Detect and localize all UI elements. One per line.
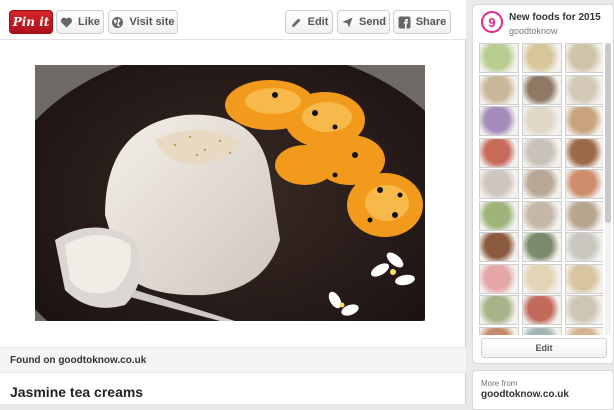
board-panel: 9 New foods for 2015 goodtoknow Edit bbox=[472, 4, 614, 364]
board-thumbnail[interactable] bbox=[565, 106, 603, 136]
facebook-icon bbox=[398, 16, 411, 29]
share-button[interactable]: Share bbox=[393, 10, 451, 34]
board-edit-label: Edit bbox=[535, 343, 553, 353]
globe-icon bbox=[111, 16, 124, 29]
pin-title: Jasmine tea creams bbox=[10, 384, 144, 400]
like-button[interactable]: Like bbox=[56, 10, 104, 34]
like-label: Like bbox=[77, 15, 100, 28]
board-thumbnail[interactable] bbox=[479, 169, 519, 199]
pin-toolbar: Pin it Like Visit site Edit Send Share bbox=[0, 0, 466, 40]
board-thumbnail[interactable] bbox=[479, 232, 519, 262]
found-on-text: Found on goodtoknow.co.uk bbox=[10, 354, 147, 366]
board-thumbnail[interactable] bbox=[479, 295, 519, 325]
pin-closeup-panel: Pin it Like Visit site Edit Send Share F… bbox=[0, 0, 466, 404]
board-thumbnail[interactable] bbox=[522, 106, 562, 136]
board-thumbnail[interactable] bbox=[565, 200, 603, 231]
pin-it-label: Pin it bbox=[12, 15, 50, 29]
board-header[interactable]: 9 New foods for 2015 goodtoknow bbox=[473, 5, 613, 41]
send-icon bbox=[341, 16, 354, 29]
board-thumbnail[interactable] bbox=[565, 43, 603, 73]
share-label: Share bbox=[415, 15, 447, 28]
board-thumbnail[interactable] bbox=[479, 43, 519, 73]
board-thumbnail-grid bbox=[479, 43, 603, 335]
more-from-panel: More from goodtoknow.co.uk bbox=[472, 370, 614, 410]
board-thumbnail[interactable] bbox=[479, 263, 519, 294]
board-thumbnail[interactable] bbox=[565, 326, 603, 335]
jasmine-tea-cream-photo bbox=[35, 65, 425, 321]
board-edit-button[interactable]: Edit bbox=[481, 338, 607, 358]
board-avatar: 9 bbox=[481, 11, 503, 33]
found-on-source[interactable]: Found on goodtoknow.co.uk bbox=[0, 347, 466, 373]
edit-label: Edit bbox=[307, 15, 329, 28]
pencil-icon bbox=[290, 16, 303, 29]
board-title[interactable]: New foods for 2015 bbox=[509, 12, 601, 23]
board-thumbnail[interactable] bbox=[522, 232, 562, 262]
board-thumbnail[interactable] bbox=[479, 74, 519, 105]
heart-icon bbox=[60, 16, 73, 29]
board-thumbnail[interactable] bbox=[522, 295, 562, 325]
board-thumbnail[interactable] bbox=[565, 263, 603, 294]
board-thumbnail[interactable] bbox=[522, 169, 562, 199]
edit-button[interactable]: Edit bbox=[285, 10, 333, 34]
board-thumbnail[interactable] bbox=[479, 326, 519, 335]
board-thumbnail[interactable] bbox=[565, 137, 603, 168]
more-from-label: More from bbox=[481, 379, 518, 388]
pin-it-button[interactable]: Pin it bbox=[9, 10, 53, 34]
board-thumbnail[interactable] bbox=[565, 232, 603, 262]
more-from-source[interactable]: goodtoknow.co.uk bbox=[481, 389, 569, 400]
board-thumbnail[interactable] bbox=[522, 200, 562, 231]
board-thumbnail[interactable] bbox=[479, 200, 519, 231]
board-thumbnail[interactable] bbox=[565, 74, 603, 105]
board-thumbnail[interactable] bbox=[522, 43, 562, 73]
board-thumbnail[interactable] bbox=[522, 74, 562, 105]
board-thumbnail[interactable] bbox=[565, 169, 603, 199]
visit-site-label: Visit site bbox=[129, 15, 175, 28]
board-thumbnail[interactable] bbox=[479, 137, 519, 168]
board-thumbnail[interactable] bbox=[565, 295, 603, 325]
board-thumbnail[interactable] bbox=[522, 326, 562, 335]
board-thumbnail[interactable] bbox=[522, 137, 562, 168]
board-thumbnail[interactable] bbox=[479, 106, 519, 136]
board-scrollbar[interactable] bbox=[605, 43, 611, 335]
send-button[interactable]: Send bbox=[337, 10, 390, 34]
visit-site-button[interactable]: Visit site bbox=[108, 10, 178, 34]
send-label: Send bbox=[359, 15, 386, 28]
board-owner[interactable]: goodtoknow bbox=[509, 26, 558, 36]
pin-image[interactable] bbox=[35, 65, 425, 321]
board-thumbnail[interactable] bbox=[522, 263, 562, 294]
board-scrollbar-thumb[interactable] bbox=[605, 43, 611, 223]
